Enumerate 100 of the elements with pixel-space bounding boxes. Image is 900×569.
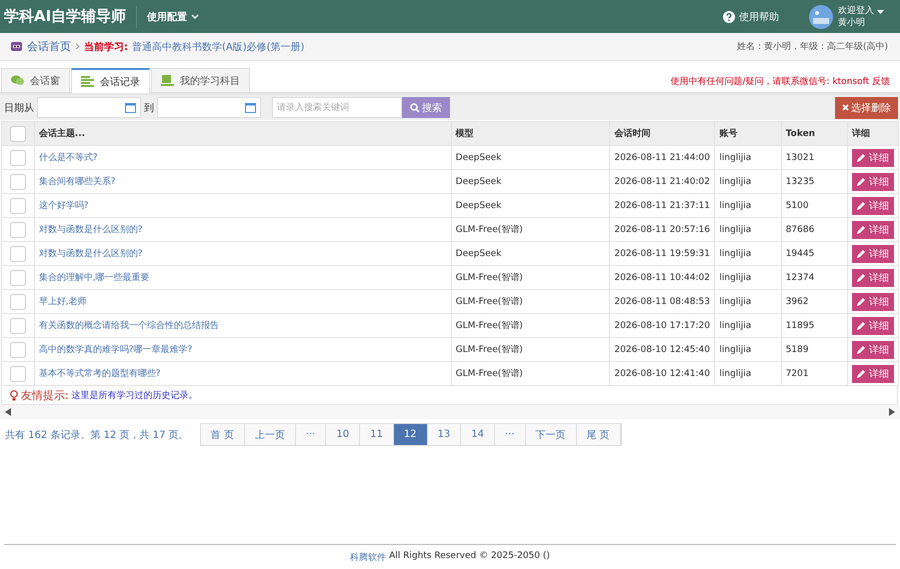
pencil-icon <box>857 225 866 234</box>
table-cell: linglijia <box>719 224 752 234</box>
subject-link[interactable]: 对数与函数是什么区别的? <box>38 249 143 259</box>
page-button[interactable]: 12 <box>394 424 428 445</box>
search-button[interactable]: 搜索 <box>402 97 450 118</box>
page-button[interactable]: 首 页 <box>200 424 245 445</box>
column-header: 会话主题... <box>34 122 452 146</box>
detail-button[interactable]: 详细 <box>852 316 894 334</box>
detail-button[interactable]: 详细 <box>852 268 894 286</box>
table-cell: linglijia <box>719 272 752 282</box>
table-cell: 7201 <box>786 368 809 378</box>
column-header: 账号 <box>714 122 782 146</box>
checkbox[interactable] <box>10 222 26 238</box>
subject-link[interactable]: 有关函数的概念请给我一个综合性的总结报告 <box>38 321 219 331</box>
caret-icon[interactable] <box>877 10 884 15</box>
page-button[interactable]: 14 <box>461 424 496 445</box>
checkbox[interactable] <box>10 366 26 382</box>
column-header: Token <box>781 122 848 146</box>
date-from-label: 日期从 <box>4 102 34 114</box>
close-icon <box>842 104 849 111</box>
table-cell: GLM-Free(智谱) <box>456 297 523 307</box>
page-button[interactable]: 13 <box>428 424 462 445</box>
subject-link[interactable]: 早上好,老师 <box>38 297 87 307</box>
table-cell: linglijia <box>719 152 752 162</box>
page-button[interactable]: ··· <box>296 424 326 445</box>
current-label: 当前学习: <box>84 40 128 54</box>
table-cell: 2026-08-10 17:17:20 <box>614 320 710 330</box>
detail-button[interactable]: 详细 <box>852 172 894 190</box>
detail-button[interactable]: 详细 <box>852 364 894 382</box>
tip-label: 友情提示: <box>21 388 69 402</box>
page-button[interactable]: 尾 页 <box>576 424 621 445</box>
page-button[interactable]: 11 <box>360 424 394 445</box>
detail-button[interactable]: 详细 <box>852 292 894 310</box>
table-cell: 2026-08-11 19:59:31 <box>614 248 710 258</box>
detail-button[interactable]: 详细 <box>852 340 894 358</box>
detail-button[interactable]: 详细 <box>852 244 894 262</box>
horizontal-scrollbar[interactable] <box>0 405 900 419</box>
chat-icon <box>11 75 24 86</box>
help-link[interactable]: 使用帮助 <box>723 10 779 24</box>
checkbox[interactable] <box>10 126 26 142</box>
pencil-icon <box>857 297 866 306</box>
subject-link[interactable]: 基本不等式常考的题型有哪些? <box>38 369 161 379</box>
page-button[interactable]: ··· <box>495 424 526 445</box>
table-cell: 5189 <box>786 344 809 354</box>
welcome-text: 欢迎登入 <box>838 4 874 16</box>
table-cell: linglijia <box>719 344 752 354</box>
table-cell: 11895 <box>786 320 814 330</box>
checkbox[interactable] <box>10 246 26 262</box>
checkbox[interactable] <box>10 150 26 166</box>
subject-link[interactable]: 集合的理解中,哪一些最重要 <box>38 273 150 283</box>
tab[interactable]: 我的学习科目 <box>151 68 250 92</box>
scroll-left-icon[interactable] <box>5 408 11 416</box>
avatar[interactable] <box>809 4 833 28</box>
pencil-icon <box>857 153 866 162</box>
detail-button[interactable]: 详细 <box>852 220 894 238</box>
column-header: 会话时间 <box>610 122 715 146</box>
table-cell: 2026-08-11 21:37:11 <box>614 200 710 210</box>
date-to-label: 到 <box>144 102 154 114</box>
scroll-right-icon[interactable] <box>889 408 895 416</box>
search-icon <box>410 102 420 112</box>
checkbox[interactable] <box>10 270 26 286</box>
current-subject: 普通高中教科书数学(A版)必修(第一册) <box>132 40 304 54</box>
table-cell: 13235 <box>786 176 814 186</box>
subject-link[interactable]: 高中的数学真的难学吗?哪一章最难学? <box>38 345 192 355</box>
tab[interactable]: 会话窗 <box>1 68 70 92</box>
checkbox[interactable] <box>10 174 26 190</box>
table-cell: 2026-08-11 21:44:00 <box>614 152 710 162</box>
config-menu[interactable]: 使用配置 <box>147 10 200 24</box>
checkbox[interactable] <box>10 198 26 214</box>
subject-link[interactable]: 对数与函数是什么区别的? <box>38 225 143 235</box>
table-cell: DeepSeek <box>456 152 502 162</box>
pencil-icon <box>857 177 866 186</box>
table-cell: GLM-Free(智谱) <box>456 273 523 283</box>
checkbox[interactable] <box>10 318 26 334</box>
table-cell: 2026-08-11 08:48:53 <box>614 296 710 306</box>
delete-button[interactable]: 选择删除 <box>835 96 898 118</box>
home-link[interactable]: 会话首页 <box>27 39 71 54</box>
pencil-icon <box>857 273 866 282</box>
list-icon <box>81 76 94 87</box>
page-button[interactable]: 下一页 <box>526 424 577 445</box>
detail-button[interactable]: 详细 <box>852 148 894 166</box>
company-link[interactable]: 科腾软件 <box>350 551 386 564</box>
student-info: 姓名：黄小明，年级：高二年级(高中) <box>736 40 888 53</box>
checkbox[interactable] <box>10 342 26 358</box>
page-button[interactable]: 10 <box>326 424 360 445</box>
search-field[interactable]: 请录入搜索关键词 <box>272 97 402 118</box>
table-cell: GLM-Free(智谱) <box>456 369 523 379</box>
table-cell: 87686 <box>786 224 814 234</box>
subject-link[interactable]: 集合间有哪些关系? <box>38 177 116 187</box>
record-summary: 共有 162 条记录。第 12 页，共 17 页。 <box>5 428 189 442</box>
table-cell: DeepSeek <box>456 248 502 258</box>
chevron-right-icon <box>75 43 80 50</box>
checkbox[interactable] <box>10 294 26 310</box>
subject-link[interactable]: 什么是不等式? <box>38 153 98 163</box>
subject-link[interactable]: 这个好学吗? <box>38 201 89 211</box>
detail-button[interactable]: 详细 <box>852 196 894 214</box>
page-button[interactable]: 上一页 <box>244 424 296 445</box>
tab[interactable]: 会话记录 <box>71 68 150 93</box>
pencil-icon <box>857 201 866 210</box>
table-cell: DeepSeek <box>456 200 502 210</box>
